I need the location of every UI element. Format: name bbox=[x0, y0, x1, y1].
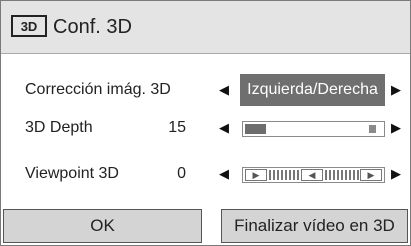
depth-label: 3D Depth bbox=[25, 119, 93, 136]
viewpoint-right-cap-icon: ▶ bbox=[360, 169, 382, 181]
viewpoint-right-arrow[interactable]: ▶ bbox=[387, 165, 405, 183]
svg-text:3D: 3D bbox=[21, 19, 38, 34]
depth-slider[interactable] bbox=[242, 121, 385, 137]
viewpoint-left-arrow[interactable]: ◀ bbox=[215, 165, 233, 183]
dialog-title: Conf. 3D bbox=[53, 16, 132, 38]
correction-label: Corrección imág. 3D bbox=[25, 81, 171, 98]
depth-value: 15 bbox=[168, 119, 186, 136]
depth-slider-end-marker bbox=[369, 125, 376, 133]
depth-right-arrow[interactable]: ▶ bbox=[387, 119, 405, 137]
depth-slider-fill bbox=[245, 124, 266, 134]
ok-button[interactable]: OK bbox=[3, 209, 202, 243]
finish-3d-video-button[interactable]: Finalizar vídeo en 3D bbox=[221, 209, 408, 243]
correction-left-arrow[interactable]: ◀ bbox=[215, 81, 233, 99]
settings-3d-dialog: 3D Conf. 3D Corrección imág. 3D ◀ Izquie… bbox=[0, 0, 411, 246]
viewpoint-label: Viewpoint 3D bbox=[25, 165, 119, 182]
viewpoint-slider[interactable]: ▶ ◀ ▶ bbox=[242, 167, 385, 183]
dialog-footer: OK Finalizar vídeo en 3D bbox=[1, 206, 410, 245]
viewpoint-value: 0 bbox=[177, 165, 186, 182]
correction-right-arrow[interactable]: ▶ bbox=[387, 81, 405, 99]
correction-selected-value[interactable]: Izquierda/Derecha bbox=[240, 74, 385, 106]
viewpoint-left-cap-icon: ▶ bbox=[245, 169, 267, 181]
title-bar: 3D Conf. 3D bbox=[1, 1, 410, 54]
viewpoint-center-cap-icon[interactable]: ◀ bbox=[301, 169, 323, 181]
3d-icon: 3D bbox=[11, 15, 47, 37]
settings-list: Corrección imág. 3D ◀ Izquierda/Derecha … bbox=[1, 54, 410, 206]
depth-left-arrow[interactable]: ◀ bbox=[215, 119, 233, 137]
